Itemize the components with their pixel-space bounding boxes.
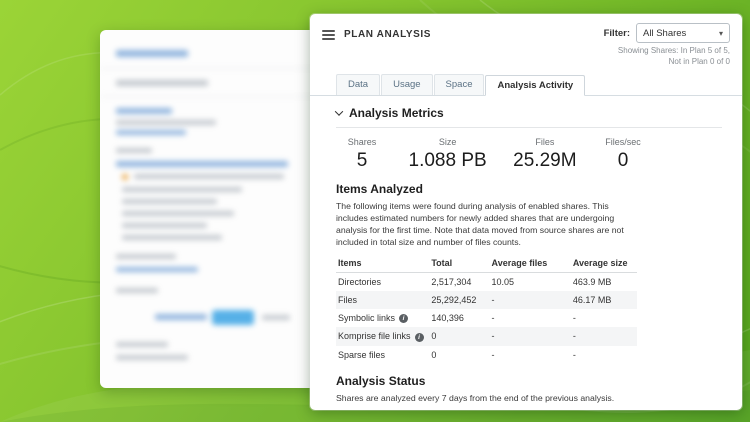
tab-data[interactable]: Data: [336, 73, 381, 95]
metric-size: Size 1.088 PB: [409, 137, 487, 172]
item-total: 140,396: [431, 313, 464, 324]
item-avg-size: 46.17 MB: [572, 295, 612, 306]
table-row: Directories 2,517,304 10.05 463.9 MB: [336, 273, 637, 292]
plan-analysis-panel: PLAN ANALYSIS Filter: All Shares ▾ Showi…: [310, 14, 742, 410]
tab-space[interactable]: Space: [433, 73, 485, 95]
item-avg-files: -: [491, 295, 495, 306]
analysis-metrics-header: Analysis Metrics: [334, 104, 722, 128]
item-avg-size: -: [572, 349, 576, 360]
info-icon[interactable]: i: [414, 332, 424, 342]
chevron-down-icon: ▾: [718, 28, 723, 38]
item-avg-files: -: [491, 349, 495, 360]
item-label: Files: [338, 295, 358, 306]
items-analyzed-title: Items Analyzed: [336, 181, 423, 196]
item-avg-size: -: [572, 313, 576, 324]
metric-label: Size: [438, 136, 457, 147]
item-avg-size: 463.9 MB: [572, 277, 612, 288]
showing-shares-summary: Showing Shares: In Plan 5 of 5, Not in P…: [618, 46, 730, 68]
menu-icon[interactable]: [322, 29, 335, 40]
item-avg-files: -: [491, 313, 495, 324]
item-total: 25,292,452: [431, 295, 477, 306]
column-average-size: Average size: [570, 255, 638, 274]
item-avg-files: 10.05: [491, 277, 515, 288]
item-total: 0: [431, 349, 437, 360]
column-average-files: Average files: [489, 255, 571, 274]
analysis-metrics-title: Analysis Metrics: [349, 105, 444, 120]
filter-selected-value: All Shares: [643, 27, 687, 39]
items-analyzed-description: The following items were found during an…: [336, 200, 624, 248]
items-analyzed-table: Items Total Average files Average size D…: [336, 255, 638, 364]
metric-value: 1.088 PB: [408, 149, 487, 171]
item-avg-files: -: [491, 331, 495, 342]
table-row: Sparse files 0 - -: [336, 346, 637, 364]
metric-label: Shares: [347, 136, 377, 147]
info-icon[interactable]: i: [399, 314, 409, 324]
collapse-chevron-icon[interactable]: [334, 106, 344, 116]
metric-files: Files 25.29M: [513, 137, 576, 172]
showing-line-1: Showing Shares: In Plan 5 of 5,: [617, 46, 730, 55]
metric-value: 0: [617, 149, 629, 171]
metrics-row: Shares 5 Size 1.088 PB Files 25.29M File…: [342, 137, 643, 172]
desktop-background: PLAN ANALYSIS Filter: All Shares ▾ Showi…: [0, 0, 750, 422]
table-header-row: Items Total Average files Average size: [336, 255, 638, 274]
item-total: 0: [431, 331, 437, 342]
panel-body: Analysis Metrics Shares 5 Size 1.088 PB …: [310, 96, 742, 410]
metric-files-per-sec: Files/sec 0: [603, 137, 643, 172]
item-avg-size: -: [572, 331, 576, 342]
table-row: Symbolic links i 140,396 - -: [336, 309, 637, 327]
table-row: Komprise file links i 0 - -: [336, 327, 638, 346]
analysis-status-title: Analysis Status: [336, 373, 426, 388]
metric-label: Files/sec: [605, 136, 641, 147]
tab-bar: Data Usage Space Analysis Activity: [310, 73, 742, 96]
column-items: Items: [336, 255, 430, 274]
panel-title: PLAN ANALYSIS: [344, 29, 432, 40]
metric-label: Files: [535, 136, 555, 147]
item-label: Symbolic links: [338, 313, 396, 324]
item-total: 2,517,304: [431, 277, 472, 288]
metric-shares: Shares 5: [342, 137, 382, 172]
showing-line-2: Not in Plan 0 of 0: [668, 56, 730, 66]
column-total: Total: [429, 255, 490, 274]
tab-analysis-activity[interactable]: Analysis Activity: [485, 74, 586, 96]
item-label: Directories: [338, 277, 382, 288]
tab-usage[interactable]: Usage: [381, 73, 433, 95]
item-label: Komprise file links: [338, 331, 411, 342]
analysis-status-description: Shares are analyzed every 7 days from th…: [336, 392, 615, 403]
metric-value: 25.29M: [513, 149, 577, 171]
item-label: Sparse files: [338, 349, 386, 360]
metric-value: 5: [356, 149, 368, 171]
shares-filter-dropdown[interactable]: All Shares ▾: [636, 23, 730, 43]
panel-header: PLAN ANALYSIS Filter: All Shares ▾ Showi…: [310, 14, 742, 70]
filter-label: Filter:: [603, 27, 630, 39]
table-row: Files 25,292,452 - 46.17 MB: [336, 291, 638, 310]
